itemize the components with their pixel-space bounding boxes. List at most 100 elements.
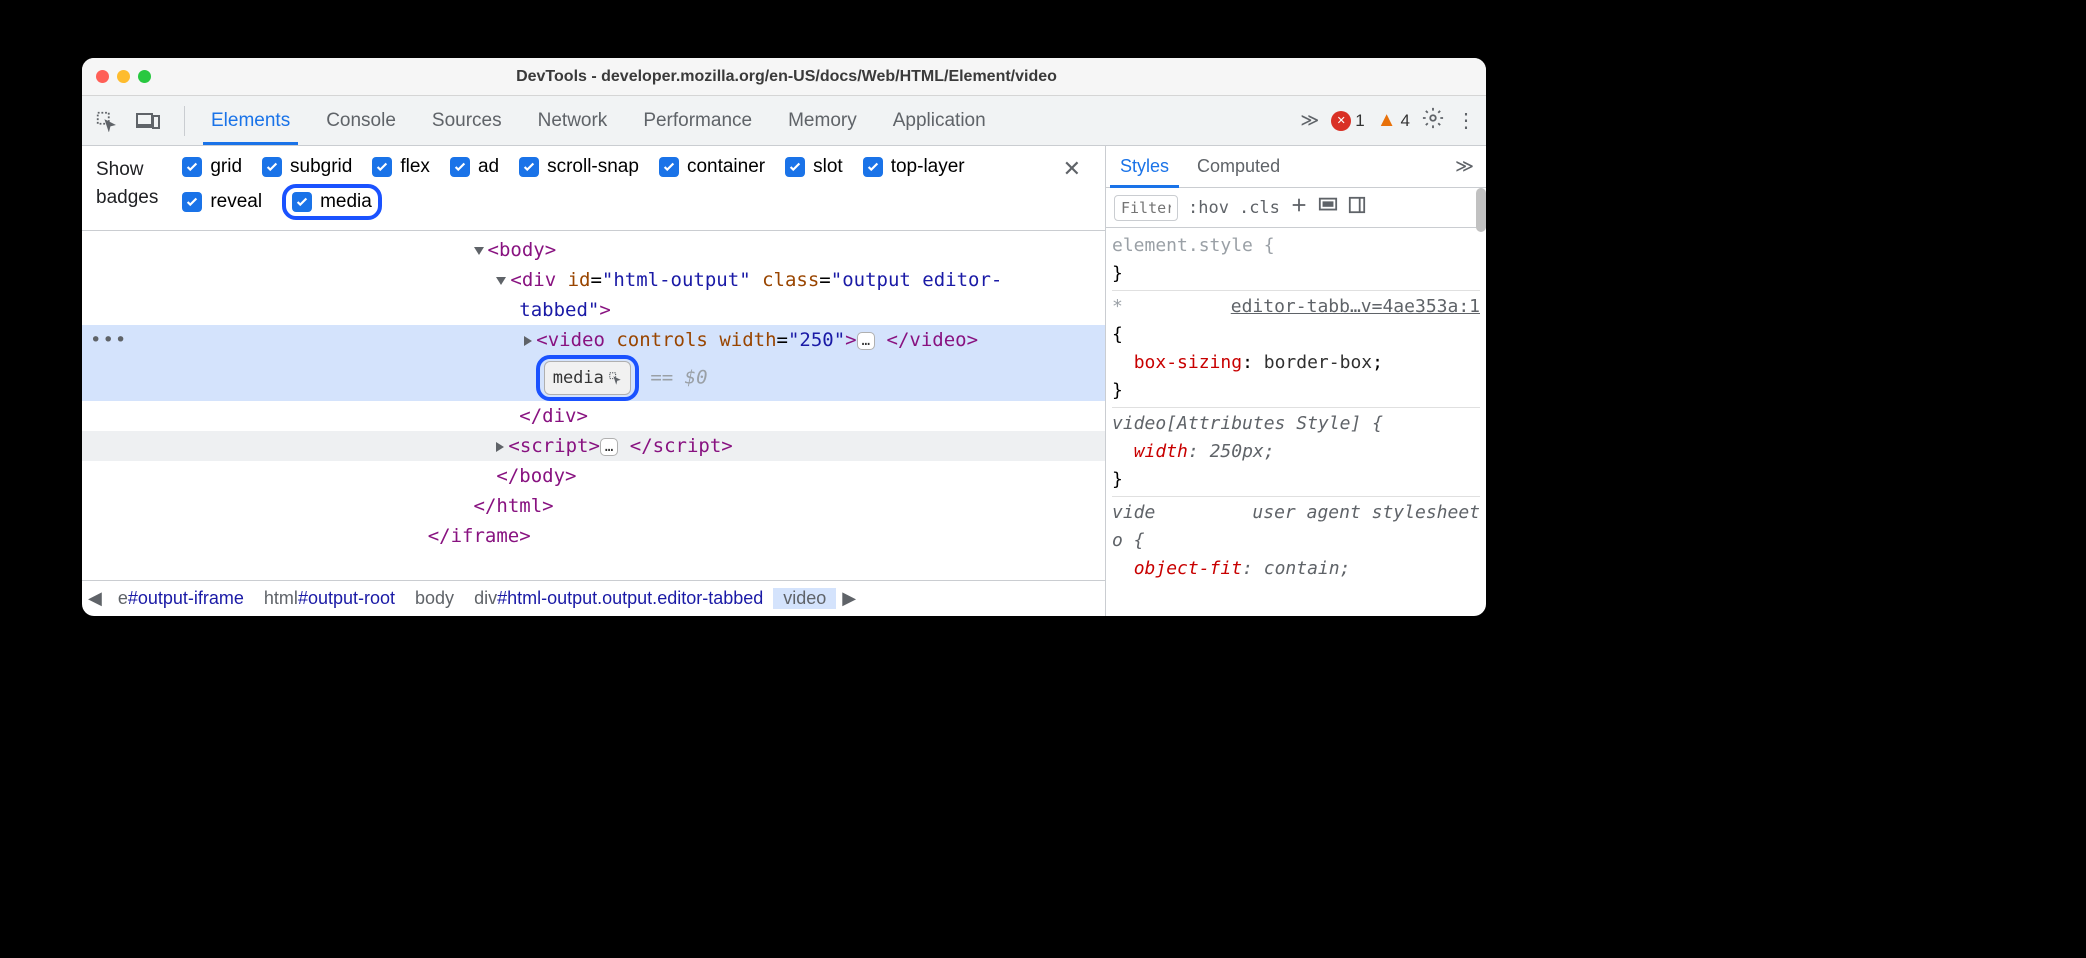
- warnings-indicator[interactable]: ▲4: [1377, 109, 1410, 132]
- dom-node[interactable]: </body>: [82, 461, 1105, 491]
- checkbox-icon: [785, 157, 805, 177]
- css-value[interactable]: contain: [1264, 558, 1340, 579]
- checkbox-icon: [519, 157, 539, 177]
- expand-icon[interactable]: [524, 336, 532, 346]
- breadcrumb-item[interactable]: div#html-output.output.editor-tabbed: [464, 588, 773, 609]
- dom-node[interactable]: </html>: [82, 491, 1105, 521]
- new-rule-icon[interactable]: [1290, 196, 1308, 219]
- checkbox-icon: [182, 157, 202, 177]
- badge-flex[interactable]: flex: [372, 156, 430, 178]
- settings-icon[interactable]: [1422, 107, 1444, 135]
- ellipsis-pill[interactable]: …: [600, 438, 618, 456]
- expand-icon[interactable]: [496, 277, 506, 285]
- badge-scroll-snap[interactable]: scroll-snap: [519, 156, 639, 178]
- main-toolbar: Elements Console Sources Network Perform…: [82, 96, 1486, 146]
- badges-label: Showbadges: [96, 156, 158, 212]
- expand-icon[interactable]: [474, 247, 484, 255]
- tab-computed[interactable]: Computed: [1183, 146, 1294, 187]
- badge-slot[interactable]: slot: [785, 156, 843, 178]
- rule-source-link[interactable]: editor-tabb…v=4ae353a:1: [1231, 293, 1480, 321]
- tab-elements[interactable]: Elements: [193, 96, 308, 145]
- breadcrumb: ◀ e#output-iframe html#output-root body …: [82, 580, 1105, 616]
- dom-node[interactable]: <script>… </script>: [82, 431, 1105, 461]
- breadcrumb-right-icon[interactable]: ▶: [836, 588, 862, 609]
- dom-node[interactable]: </div>: [82, 401, 1105, 431]
- error-icon: ✕: [1331, 111, 1351, 131]
- css-value[interactable]: border-box: [1264, 352, 1372, 373]
- dom-node-cont: tabbed">: [82, 295, 1105, 325]
- inspect-element-icon[interactable]: [92, 107, 120, 135]
- rule-selector[interactable]: video[Attributes Style] {: [1112, 413, 1383, 434]
- css-property[interactable]: box-sizing: [1134, 352, 1242, 373]
- tab-styles[interactable]: Styles: [1106, 146, 1183, 187]
- badge-reveal[interactable]: reveal: [182, 184, 262, 220]
- tab-network[interactable]: Network: [520, 96, 626, 145]
- badge-grid[interactable]: grid: [182, 156, 242, 178]
- computed-style-icon[interactable]: [1318, 196, 1338, 219]
- dom-node[interactable]: <div id="html-output" class="output edit…: [82, 265, 1105, 295]
- scrollbar-thumb[interactable]: [1476, 188, 1486, 232]
- more-tabs-icon[interactable]: ≫: [1300, 110, 1319, 131]
- checkbox-icon: [863, 157, 883, 177]
- more-tabs-icon[interactable]: ≫: [1443, 146, 1486, 187]
- checkbox-icon: [659, 157, 679, 177]
- device-toolbar-icon[interactable]: [134, 107, 162, 135]
- titlebar: DevTools - developer.mozilla.org/en-US/d…: [82, 58, 1486, 96]
- badges-items: grid subgrid flex ad scroll-snap contain…: [182, 156, 1052, 220]
- breadcrumb-left-icon[interactable]: ◀: [82, 588, 108, 609]
- warning-icon: ▲: [1377, 109, 1397, 132]
- badge-media-highlighted: media: [282, 184, 382, 220]
- dom-selected-node[interactable]: ••• <video controls width="250">… </vide…: [82, 325, 1105, 401]
- cls-button[interactable]: .cls: [1239, 198, 1280, 218]
- tab-application[interactable]: Application: [875, 96, 1004, 145]
- styles-tabs: Styles Computed ≫: [1106, 146, 1486, 188]
- rule-selector[interactable]: *: [1112, 296, 1123, 317]
- css-value[interactable]: 250px: [1210, 441, 1264, 462]
- tab-sources[interactable]: Sources: [414, 96, 520, 145]
- filter-row: :hov .cls: [1106, 188, 1486, 228]
- badge-subgrid[interactable]: subgrid: [262, 156, 352, 178]
- badge-container[interactable]: container: [659, 156, 765, 178]
- tab-memory[interactable]: Memory: [770, 96, 875, 145]
- css-property[interactable]: object-fit: [1134, 558, 1242, 579]
- divider: [184, 106, 185, 136]
- close-badges-bar[interactable]: ✕: [1053, 156, 1091, 182]
- rule-selector[interactable]: element.style {: [1112, 235, 1275, 256]
- hov-button[interactable]: :hov: [1188, 198, 1229, 218]
- devtools-window: DevTools - developer.mozilla.org/en-US/d…: [82, 58, 1486, 616]
- rule-brace: }: [1112, 263, 1123, 284]
- eq0-label: == $0: [639, 367, 708, 389]
- warning-count: 4: [1401, 111, 1410, 131]
- css-property[interactable]: width: [1134, 441, 1188, 462]
- badges-bar: Showbadges grid subgrid flex ad scroll-s…: [82, 146, 1105, 231]
- window-title: DevTools - developer.mozilla.org/en-US/d…: [101, 68, 1472, 86]
- body-area: Showbadges grid subgrid flex ad scroll-s…: [82, 146, 1486, 616]
- styles-pane: Styles Computed ≫ :hov .cls element.styl…: [1106, 146, 1486, 616]
- rule-selector[interactable]: vide: [1112, 502, 1155, 523]
- expand-icon[interactable]: [496, 442, 504, 452]
- badge-ad[interactable]: ad: [450, 156, 499, 178]
- ellipsis-pill[interactable]: …: [857, 332, 875, 350]
- dom-tree[interactable]: <body> <div id="html-output" class="outp…: [82, 231, 1105, 580]
- media-badge[interactable]: media: [544, 361, 631, 395]
- elements-pane: Showbadges grid subgrid flex ad scroll-s…: [82, 146, 1106, 616]
- breadcrumb-item[interactable]: body: [405, 588, 464, 609]
- checkbox-icon: [372, 157, 392, 177]
- media-badge-highlighted: media: [536, 355, 639, 401]
- tab-performance[interactable]: Performance: [625, 96, 770, 145]
- styles-body[interactable]: element.style { } * editor-tabb…v=4ae353…: [1106, 228, 1486, 616]
- breadcrumb-item[interactable]: html#output-root: [254, 588, 405, 609]
- toggle-sidebar-icon[interactable]: [1348, 196, 1366, 219]
- badge-top-layer[interactable]: top-layer: [863, 156, 965, 178]
- badge-media[interactable]: media: [292, 191, 372, 213]
- more-menu-icon[interactable]: ⋮: [1456, 108, 1476, 133]
- filter-input[interactable]: [1114, 195, 1178, 221]
- tab-console[interactable]: Console: [308, 96, 414, 145]
- ua-stylesheet-label: user agent stylesheet: [1252, 499, 1480, 527]
- dom-node[interactable]: </iframe>: [82, 521, 1105, 551]
- checkbox-icon: [182, 192, 202, 212]
- dom-node[interactable]: <body>: [82, 235, 1105, 265]
- breadcrumb-item-selected[interactable]: video: [773, 588, 836, 609]
- errors-indicator[interactable]: ✕1: [1331, 111, 1364, 131]
- breadcrumb-item[interactable]: e#output-iframe: [108, 588, 254, 609]
